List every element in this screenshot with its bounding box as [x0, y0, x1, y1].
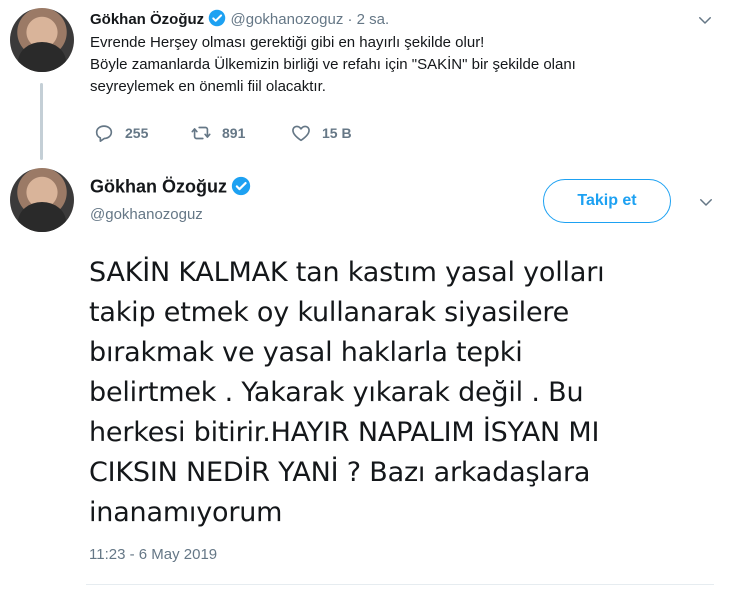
tweet2-line: herkesi bitirir.HAYIR NAPALIM İSYAN MI: [89, 417, 600, 448]
tweet2-line: belirtmek . Yakarak yıkarak değil . Bu: [89, 377, 584, 408]
verified-badge-icon: [231, 176, 251, 201]
more-options-chevron-icon[interactable]: [697, 193, 715, 216]
tweet-time[interactable]: 2 sa.: [357, 11, 390, 28]
follow-button[interactable]: Takip et: [543, 179, 671, 223]
tweet1-header: Gökhan Özoğuz @gokhanozoguz · 2 sa.: [90, 9, 389, 31]
retweet-icon: [191, 126, 211, 140]
tweet2-text: SAKİN KALMAK tan kastım yasal yolları ta…: [89, 253, 719, 533]
more-options-chevron-icon[interactable]: [696, 11, 714, 34]
tweet2-line: inanamıyorum: [89, 497, 283, 528]
verified-badge-icon: [208, 9, 226, 31]
tweet1-line: seyreylemek en önemli fiil olacaktır.: [90, 78, 326, 95]
reply-button[interactable]: 255: [93, 122, 148, 144]
handle[interactable]: @gokhanozoguz: [231, 11, 344, 28]
tweet1-line: Evrende Herşey olması gerektiği gibi en …: [90, 34, 485, 51]
avatar[interactable]: [10, 8, 74, 72]
tweet2-line: CIKSIN NEDİR YANİ ? Bazı arkadaşlara: [89, 457, 591, 488]
display-name[interactable]: Gökhan Özoğuz: [90, 177, 227, 197]
tweet2-line: takip etmek oy kullanarak siyasilere: [89, 297, 570, 328]
tweet2-line: SAKİN KALMAK tan kastım yasal yolları: [89, 257, 605, 288]
retweet-count: 891: [222, 125, 246, 141]
reply-count: 255: [125, 125, 149, 141]
avatar[interactable]: [10, 168, 74, 232]
tweet2-line: bırakmak ve yasal haklarla tepki: [89, 337, 523, 368]
tweet1-line: Böyle zamanlarda Ülkemizin birliği ve re…: [90, 56, 576, 73]
handle[interactable]: @gokhanozoguz: [90, 206, 203, 223]
like-count: 15 B: [322, 125, 352, 141]
like-button[interactable]: 15 B: [290, 122, 352, 144]
reply-icon: [95, 125, 113, 142]
tweet1-text: Evrende Herşey olması gerektiği gibi en …: [90, 32, 710, 98]
tweet2-header: Gökhan Özoğuz: [90, 176, 251, 201]
tweet-timestamp[interactable]: 11:23 - 6 May 2019: [89, 546, 217, 563]
heart-icon: [292, 125, 310, 142]
separator: ·: [347, 10, 353, 28]
thread-connector-line: [40, 83, 43, 160]
retweet-button[interactable]: 891: [190, 122, 245, 144]
divider: [86, 584, 714, 585]
display-name[interactable]: Gökhan Özoğuz: [90, 11, 204, 28]
